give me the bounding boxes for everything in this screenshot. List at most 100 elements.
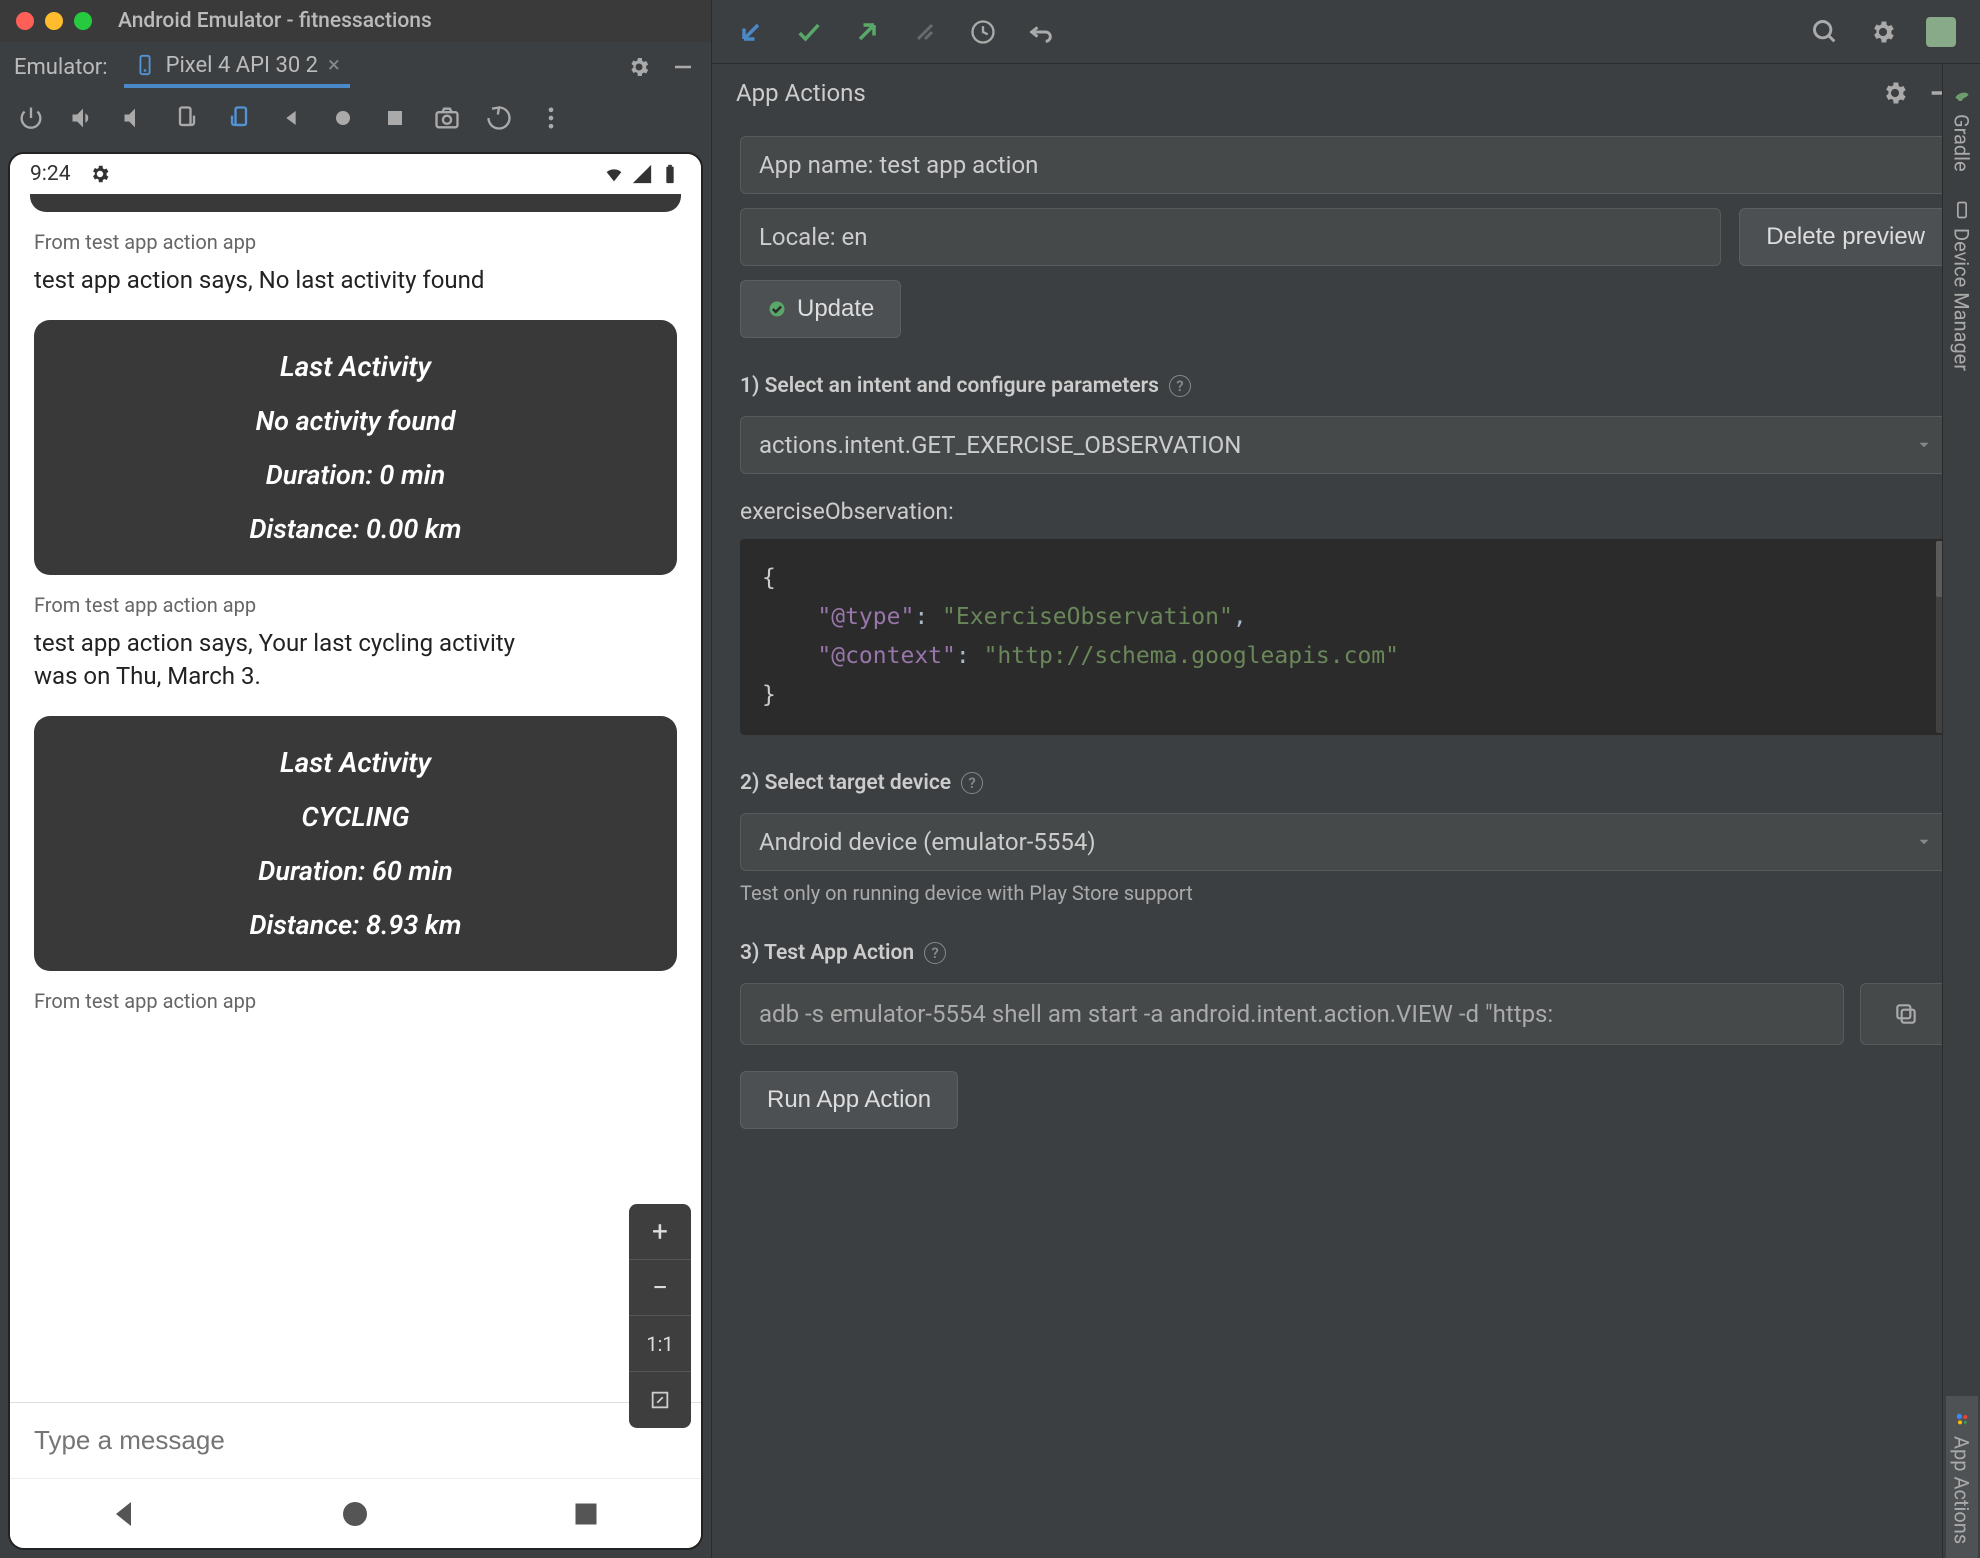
arrow-down-left-icon[interactable] — [736, 17, 766, 47]
chevron-down-icon — [1915, 833, 1933, 851]
ide-panel: App Actions App name: test app action Lo… — [712, 0, 1980, 1558]
android-nav-bar — [10, 1478, 701, 1548]
intent-selected-label: actions.intent.GET_EXERCISE_OBSERVATION — [759, 431, 1241, 459]
battery-icon — [659, 163, 681, 185]
android-status-bar: 9:24 — [10, 154, 701, 194]
emulator-label: Emulator: — [14, 55, 108, 80]
adb-command-field[interactable]: adb -s emulator-5554 shell am start -a a… — [740, 983, 1844, 1045]
card-title: Last Activity — [58, 350, 653, 383]
app-name-field[interactable]: App name: test app action — [740, 136, 1952, 194]
emulator-window: Android Emulator - fitnessactions Emulat… — [0, 0, 712, 1558]
device-hint: Test only on running device with Play St… — [740, 881, 1952, 905]
gear-icon — [89, 163, 111, 185]
panel-body: App name: test app action Locale: en Del… — [712, 122, 1980, 1538]
volume-up-icon[interactable] — [68, 103, 98, 133]
gear-icon[interactable] — [625, 53, 653, 81]
right-rail: Gradle Device Manager App Actions — [1942, 64, 1980, 1558]
section-3-label: 3) Test App Action ? — [740, 941, 1952, 965]
rotate-right-icon[interactable] — [224, 103, 254, 133]
help-icon[interactable]: ? — [961, 772, 983, 794]
wifi-icon — [603, 163, 625, 185]
copy-icon — [1893, 1001, 1919, 1027]
close-window-button[interactable] — [16, 12, 34, 30]
search-icon[interactable] — [1810, 17, 1840, 47]
panel-header: App Actions — [712, 64, 1980, 122]
app-actions-panel: App Actions App name: test app action Lo… — [712, 64, 1980, 1558]
message-input[interactable] — [34, 1425, 677, 1456]
rail-app-actions[interactable]: App Actions — [1946, 1396, 1978, 1558]
update-button[interactable]: Update — [740, 280, 901, 338]
screenshot-icon[interactable] — [432, 103, 462, 133]
from-app-label: From test app action app — [34, 989, 677, 1013]
assistant-content[interactable]: From test app action app test app action… — [10, 194, 701, 1402]
traffic-lights — [16, 12, 92, 30]
assistant-response-text: test app action says, Your last cycling … — [34, 627, 554, 694]
emulator-title-bar: Android Emulator - fitnessactions — [0, 0, 711, 42]
copy-button[interactable] — [1860, 983, 1952, 1045]
card-duration: Duration: 0 min — [58, 459, 653, 491]
gear-icon[interactable] — [1868, 17, 1898, 47]
card-activity: CYCLING — [58, 801, 653, 833]
chevron-down-icon — [1915, 436, 1933, 454]
assistant-icon — [1953, 1410, 1971, 1428]
locale-field[interactable]: Locale: en — [740, 208, 1721, 266]
zoom-in-button[interactable]: + — [629, 1204, 691, 1260]
card-duration: Duration: 60 min — [58, 855, 653, 887]
zoom-full-button[interactable] — [629, 1372, 691, 1428]
ide-top-toolbar — [712, 0, 1980, 64]
from-app-label: From test app action app — [34, 230, 677, 254]
minimize-icon[interactable] — [669, 53, 697, 81]
run-app-action-button[interactable]: Run App Action — [740, 1071, 958, 1129]
help-icon[interactable]: ? — [924, 942, 946, 964]
device-dropdown[interactable]: Android device (emulator-5554) — [740, 813, 1952, 871]
zoom-out-button[interactable]: − — [629, 1260, 691, 1316]
volume-down-icon[interactable] — [120, 103, 150, 133]
from-app-label: From test app action app — [34, 593, 677, 617]
emulator-toolbar — [0, 92, 711, 144]
overview-icon[interactable] — [380, 103, 410, 133]
delete-preview-button[interactable]: Delete preview — [1739, 208, 1952, 266]
more-icon[interactable] — [536, 103, 566, 133]
emulator-tab-bar: Emulator: Pixel 4 API 30 2 × — [0, 42, 711, 92]
activity-card: Last Activity No activity found Duration… — [34, 320, 677, 575]
device-tab-label: Pixel 4 API 30 2 — [166, 53, 318, 78]
phone-icon — [134, 54, 156, 76]
gear-icon[interactable] — [1880, 78, 1910, 108]
gradle-icon — [1952, 86, 1972, 106]
rail-device-manager[interactable]: Device Manager — [1946, 186, 1978, 385]
maximize-window-button[interactable] — [74, 12, 92, 30]
nav-home-icon[interactable] — [337, 1496, 373, 1532]
power-icon[interactable] — [16, 103, 46, 133]
card-distance: Distance: 8.93 km — [58, 909, 653, 941]
minimize-window-button[interactable] — [45, 12, 63, 30]
nav-overview-icon[interactable] — [568, 1496, 604, 1532]
code-editor[interactable]: { "@type": "ExerciseObservation", "@cont… — [740, 539, 1952, 735]
home-icon[interactable] — [328, 103, 358, 133]
device-frame: 9:24 From test app action app test app a… — [8, 152, 703, 1550]
arrow-up-right-icon[interactable] — [852, 17, 882, 47]
emulator-device-tab[interactable]: Pixel 4 API 30 2 × — [124, 47, 350, 88]
history-icon[interactable] — [968, 17, 998, 47]
zoom-controls: + − 1:1 — [629, 1204, 691, 1428]
check-icon[interactable] — [794, 17, 824, 47]
help-icon[interactable]: ? — [1169, 375, 1191, 397]
param-label: exerciseObservation: — [740, 498, 1952, 525]
device-icon — [1952, 200, 1972, 220]
intent-dropdown[interactable]: actions.intent.GET_EXERCISE_OBSERVATION — [740, 416, 1952, 474]
emulator-window-title: Android Emulator - fitnessactions — [118, 9, 432, 33]
undo-icon[interactable] — [1026, 17, 1056, 47]
rotate-left-icon[interactable] — [172, 103, 202, 133]
card-distance: Distance: 0.00 km — [58, 513, 653, 545]
card-activity: No activity found — [58, 405, 653, 437]
zoom-fit-button[interactable]: 1:1 — [629, 1316, 691, 1372]
arrow-merge-icon[interactable] — [910, 17, 940, 47]
back-icon[interactable] — [276, 103, 306, 133]
signal-icon — [631, 163, 653, 185]
section-2-label: 2) Select target device ? — [740, 771, 1952, 795]
close-tab-icon[interactable]: × — [328, 53, 340, 78]
nav-back-icon[interactable] — [107, 1496, 143, 1532]
assistant-response-text: test app action says, No last activity f… — [34, 264, 677, 298]
rail-gradle[interactable]: Gradle — [1946, 72, 1978, 186]
replay-icon[interactable] — [484, 103, 514, 133]
user-avatar[interactable] — [1926, 17, 1956, 47]
